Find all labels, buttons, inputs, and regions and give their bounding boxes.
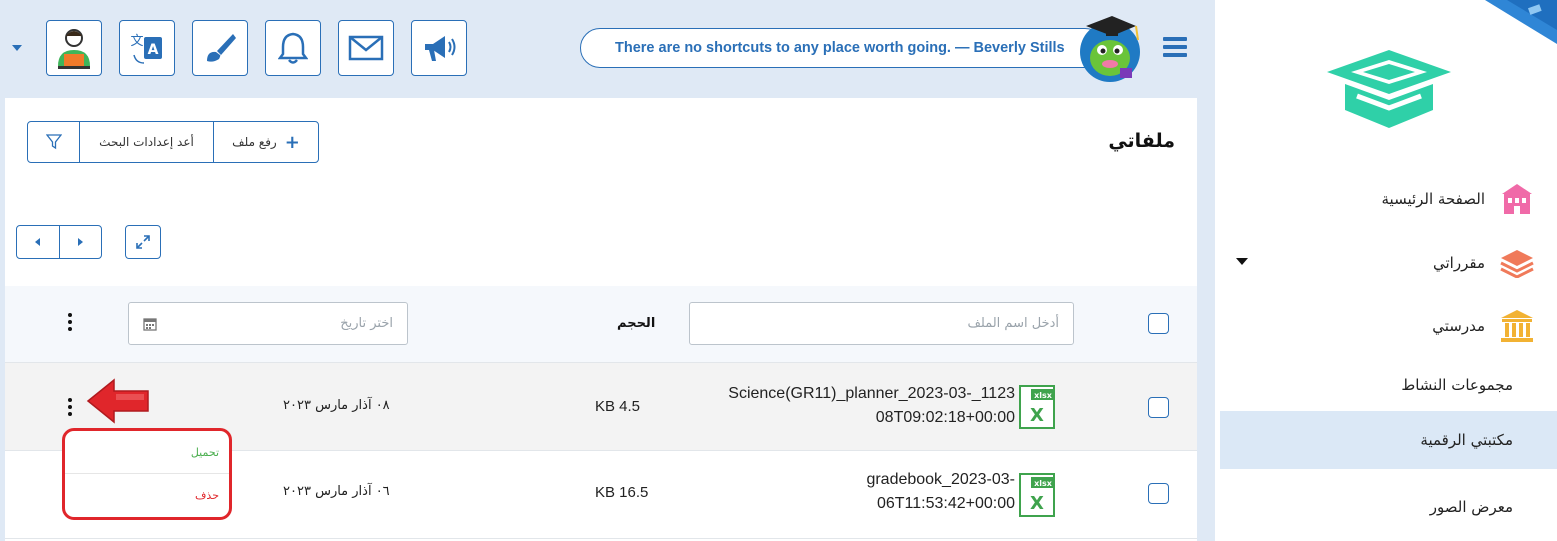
dragon-mascot-icon [1080, 16, 1140, 82]
chevron-down-icon[interactable] [1236, 258, 1248, 265]
app-corner-logo-icon [1485, 0, 1557, 44]
sidebar-item-photo-gallery[interactable]: معرض الصور [1220, 478, 1557, 536]
svg-text:xlsx: xlsx [1034, 479, 1053, 488]
file-size: KB 4.5 [595, 398, 641, 415]
expand-button[interactable] [125, 225, 161, 259]
svg-text:xlsx: xlsx [1034, 391, 1053, 400]
file-name[interactable]: Science(GR11)_planner_2023-03-_1123 08T0… [655, 382, 1015, 430]
teacher-profile-button[interactable] [46, 20, 102, 76]
paintbrush-icon [207, 34, 236, 62]
translate-icon: A 文 [130, 34, 162, 64]
books-stack-icon [1499, 245, 1535, 281]
file-name[interactable]: gradebook_2023-03- 06T11:53:42+00:00 [655, 468, 1015, 516]
header-options-icon[interactable] [67, 313, 73, 334]
sidebar-item-label: معرض الصور [1429, 498, 1513, 516]
sidebar-item-label: الصفحة الرئيسية [1381, 190, 1486, 208]
theme-button[interactable] [192, 20, 248, 76]
row-checkbox[interactable] [1148, 483, 1169, 504]
announcements-button[interactable] [411, 20, 467, 76]
upload-file-button[interactable]: + رفع ملف [214, 122, 318, 162]
school-building-icon [1499, 181, 1535, 217]
svg-text:A: A [148, 42, 159, 58]
size-column-header: الحجم [617, 316, 656, 331]
excel-file-icon: xlsx X [1019, 385, 1055, 429]
annotation-arrow-icon [86, 378, 149, 424]
svg-text:X: X [1030, 493, 1044, 514]
row-options-icon[interactable] [67, 398, 73, 419]
table-filter-row: أدخل اسم الملف اختر تاريخ [5, 286, 1197, 363]
motivational-quote: There are no shortcuts to any place wort… [580, 28, 1105, 68]
sidebar-item-label: مقرراتي [1433, 254, 1485, 272]
bell-icon [278, 32, 308, 64]
select-all-checkbox[interactable] [1148, 313, 1169, 334]
file-size: KB 16.5 [595, 484, 649, 501]
file-name-line-1: Science(GR11)_planner_2023-03-_1123 [728, 385, 1015, 402]
filter-button[interactable] [28, 122, 80, 162]
svg-text:文: 文 [130, 34, 143, 49]
sidebar: الصفحة الرئيسية مقرراتي مدرستي مجموعات ا… [1214, 0, 1557, 541]
file-date: ٠٦ آذار مارس ٢٠٢٣ [283, 484, 390, 499]
quote-text: There are no shortcuts to any place wort… [615, 40, 1065, 56]
sidebar-item-my-courses[interactable]: مقرراتي [1220, 234, 1557, 292]
institution-icon [1499, 308, 1535, 344]
sidebar-item-label: مدرستي [1432, 317, 1485, 335]
sidebar-item-home[interactable]: الصفحة الرئيسية [1220, 170, 1557, 228]
sidebar-item-label: مجموعات النشاط [1401, 376, 1513, 394]
sidebar-item-label: مكتبتي الرقمية [1420, 431, 1513, 449]
calendar-icon [143, 317, 157, 331]
sidebar-item-digital-library[interactable]: مكتبتي الرقمية [1220, 411, 1557, 469]
date-picker-placeholder: اختر تاريخ [340, 316, 393, 331]
next-page-button[interactable] [60, 226, 102, 258]
language-button[interactable]: A 文 [119, 20, 175, 76]
sidebar-item-my-school[interactable]: مدرستي [1220, 297, 1557, 355]
svg-text:X: X [1030, 405, 1044, 426]
chevron-down-icon[interactable] [12, 45, 22, 51]
notifications-button[interactable] [265, 20, 321, 76]
sidebar-item-activity-groups[interactable]: مجموعات النشاط [1220, 356, 1557, 414]
mail-icon [348, 35, 384, 61]
plus-icon: + [284, 131, 300, 153]
file-name-line-2: 08T09:02:18+00:00 [875, 409, 1015, 426]
delete-menu-item[interactable]: حذف [65, 474, 229, 517]
toolbar: أعد إعدادات البحث + رفع ملف [27, 121, 319, 163]
filter-icon [45, 134, 62, 150]
reset-search-button[interactable]: أعد إعدادات البحث [80, 122, 214, 162]
excel-file-icon: xlsx X [1019, 473, 1055, 517]
megaphone-icon [425, 36, 456, 61]
download-menu-item[interactable]: تحميل [65, 431, 229, 474]
teacher-avatar-icon [58, 29, 90, 69]
file-name-line-2: 06T11:53:42+00:00 [876, 495, 1015, 512]
expand-arrows-icon [136, 235, 150, 249]
upload-file-label: رفع ملف [232, 135, 277, 149]
menu-toggle-icon[interactable] [1163, 37, 1187, 57]
date-picker-input[interactable]: اختر تاريخ [128, 302, 408, 345]
row-checkbox[interactable] [1148, 397, 1169, 418]
filename-search-input[interactable]: أدخل اسم الملف [689, 302, 1074, 345]
file-name-line-1: gradebook_2023-03- [866, 471, 1015, 488]
pagination [16, 225, 102, 259]
file-date: ٠٨ آذار مارس ٢٠٢٣ [283, 398, 390, 413]
row-options-menu: تحميل حذف [62, 428, 232, 520]
arrow-left-icon [35, 238, 41, 246]
filename-search-placeholder: أدخل اسم الملف [967, 316, 1059, 331]
previous-page-button[interactable] [17, 226, 60, 258]
arrow-right-icon [77, 238, 83, 246]
school-logo-icon [1327, 50, 1451, 128]
messages-button[interactable] [338, 20, 394, 76]
reset-search-label: أعد إعدادات البحث [99, 135, 194, 149]
page-title: ملفاتي [1108, 130, 1175, 152]
